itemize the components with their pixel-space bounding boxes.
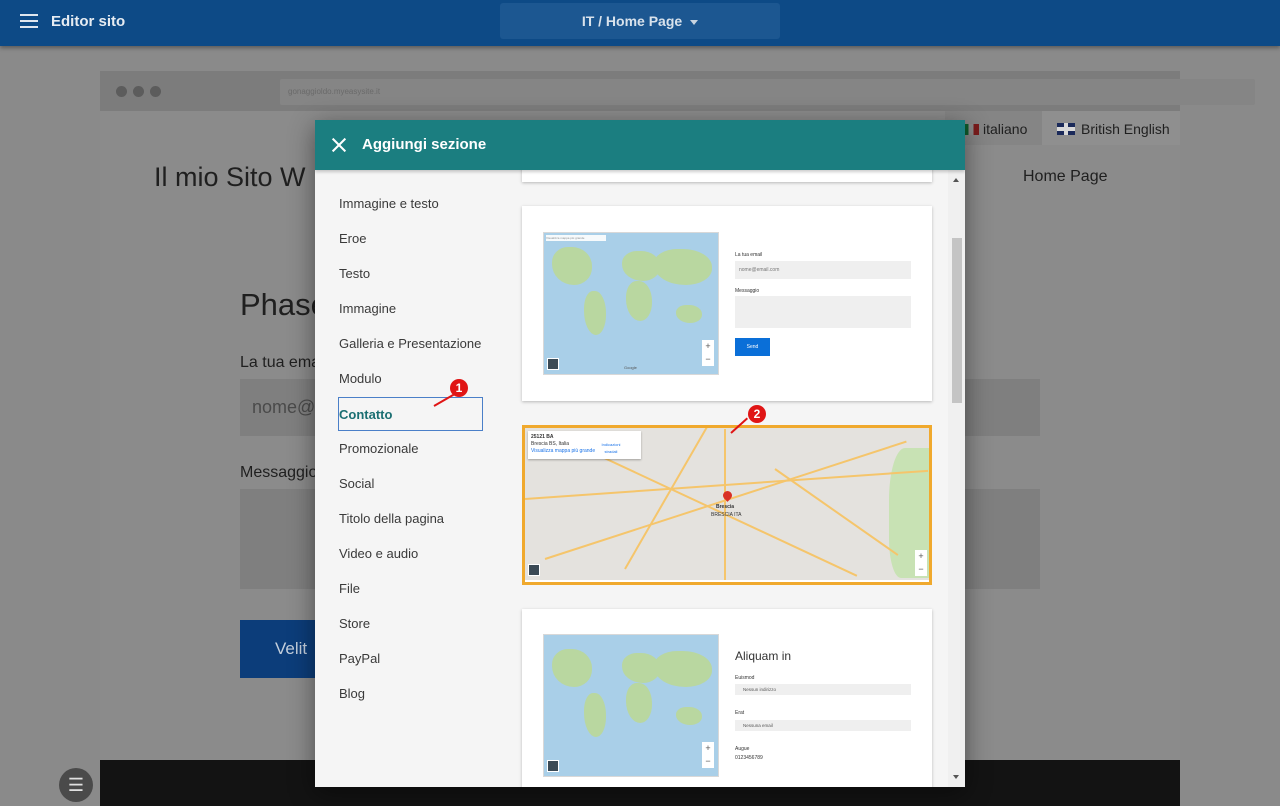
category-store[interactable]: Store — [338, 607, 483, 641]
map-address: 25121 BA — [531, 434, 554, 440]
category-promozionale[interactable]: Promozionale — [338, 432, 483, 466]
category-file[interactable]: File — [338, 572, 483, 606]
window-dot-icon — [150, 86, 161, 97]
page-selector-label: IT / Home Page — [581, 13, 683, 29]
category-testo[interactable]: Testo — [338, 257, 483, 291]
satellite-thumb-icon — [528, 564, 540, 576]
close-icon[interactable] — [329, 135, 349, 155]
zoom-controls: + − — [702, 340, 714, 366]
mini-message-input — [735, 296, 911, 328]
satellite-thumb-icon — [547, 358, 559, 370]
section-card-map-form[interactable]: Visualizza mappa più grande + − Google La… — [522, 206, 932, 401]
map-search-text: Visualizza mappa più grande — [546, 235, 606, 241]
section-card-city-map[interactable]: 25121 BA Brescia BS, Italia Visualizza m… — [522, 425, 932, 585]
zoom-controls: + − — [915, 550, 927, 576]
map-address-sub: Brescia BS, Italia — [531, 441, 570, 447]
scroll-thumb[interactable] — [952, 238, 962, 403]
category-contatto[interactable]: Contatto — [338, 397, 483, 431]
city-map-preview: 25121 BA Brescia BS, Italia Visualizza m… — [525, 428, 929, 580]
category-paypal[interactable]: PayPal — [338, 642, 483, 676]
map-directions: Indicazioni stradali — [601, 442, 621, 454]
mini-message-label: Messaggio — [735, 288, 760, 294]
contact-row3-label: Augue — [735, 746, 750, 752]
contact-row2-label: Erat — [735, 710, 745, 716]
world-map-preview: + − — [543, 634, 719, 777]
page-selector[interactable]: IT / Home Page — [500, 3, 780, 39]
mini-send-button: Send — [735, 338, 770, 356]
contact-row3-value: 0123456789 — [735, 755, 763, 761]
contact-row1-value: Nessun indirizzo — [735, 684, 911, 695]
contact-heading: Aliquam in — [735, 649, 792, 663]
scroll-down-icon[interactable] — [953, 775, 959, 779]
zoom-controls: + − — [702, 742, 714, 768]
language-italian[interactable]: italiano — [963, 121, 1027, 137]
dialog-scrollbar[interactable] — [948, 170, 965, 787]
italy-flag-icon — [963, 124, 979, 135]
mini-email-input: nome@email.com — [735, 261, 911, 279]
app-title: Editor sito — [51, 13, 126, 30]
section-previews: Visualizza mappa più grande + − Google La… — [505, 170, 948, 787]
settings-sliders-icon[interactable]: ☰ — [59, 768, 93, 802]
site-nav-item: Home Page — [1023, 168, 1108, 185]
site-url: gonaggioldo.myeasysite.it — [280, 79, 1255, 105]
hamburger-menu-icon[interactable] — [20, 14, 38, 28]
category-titolo-pagina[interactable]: Titolo della pagina — [338, 502, 483, 536]
category-eroe[interactable]: Eroe — [338, 222, 483, 256]
dialog-title: Aggiungi sezione — [362, 136, 487, 153]
window-dot-icon — [133, 86, 144, 97]
section-card-previous[interactable] — [522, 170, 932, 182]
site-message-label: Messaggio — [240, 464, 318, 481]
browser-chrome: gonaggioldo.myeasysite.it — [100, 71, 1255, 111]
world-map-preview: Visualizza mappa più grande + − Google — [543, 232, 719, 375]
map-enlarge-link: Visualizza mappa più grande — [531, 448, 596, 454]
caret-down-icon — [690, 19, 699, 25]
site-title: Il mio Sito W — [154, 162, 306, 192]
editor-topbar: Editor sito IT / Home Page — [0, 0, 1280, 46]
window-dot-icon — [116, 86, 127, 97]
category-list: Immagine e testo Eroe Testo Immagine Gal… — [315, 170, 505, 787]
map-city-name: Brescia — [716, 504, 735, 510]
contact-row2-value: Nessuna email — [735, 720, 911, 731]
category-video-audio[interactable]: Video e audio — [338, 537, 483, 571]
section-card-map-info[interactable]: + − Aliquam in Euismod Nessun indirizzo E… — [522, 609, 932, 787]
add-section-dialog: Aggiungi sezione Immagine e testo Eroe T… — [315, 120, 965, 787]
map-credit: Google — [624, 365, 637, 370]
scroll-up-icon[interactable] — [953, 178, 959, 182]
category-blog[interactable]: Blog — [338, 677, 483, 711]
dialog-header: Aggiungi sezione — [315, 120, 965, 170]
contact-row1-label: Euismod — [735, 675, 755, 681]
category-immagine[interactable]: Immagine — [338, 292, 483, 326]
category-immagine-e-testo[interactable]: Immagine e testo — [338, 187, 483, 221]
site-email-label: La tua ema — [240, 354, 321, 371]
satellite-thumb-icon — [547, 760, 559, 772]
map-district: BRESCIA ITA — [711, 512, 742, 518]
map-info-box: 25121 BA Brescia BS, Italia Visualizza m… — [528, 431, 641, 459]
annotation-badge-1: 1 — [450, 379, 468, 397]
category-social[interactable]: Social — [338, 467, 483, 501]
mini-email-label: La tua email — [735, 252, 763, 258]
uk-flag-icon — [1057, 123, 1075, 135]
annotation-badge-2: 2 — [748, 405, 766, 423]
language-english[interactable]: British English — [1042, 111, 1180, 145]
category-galleria[interactable]: Galleria e Presentazione — [338, 327, 483, 361]
